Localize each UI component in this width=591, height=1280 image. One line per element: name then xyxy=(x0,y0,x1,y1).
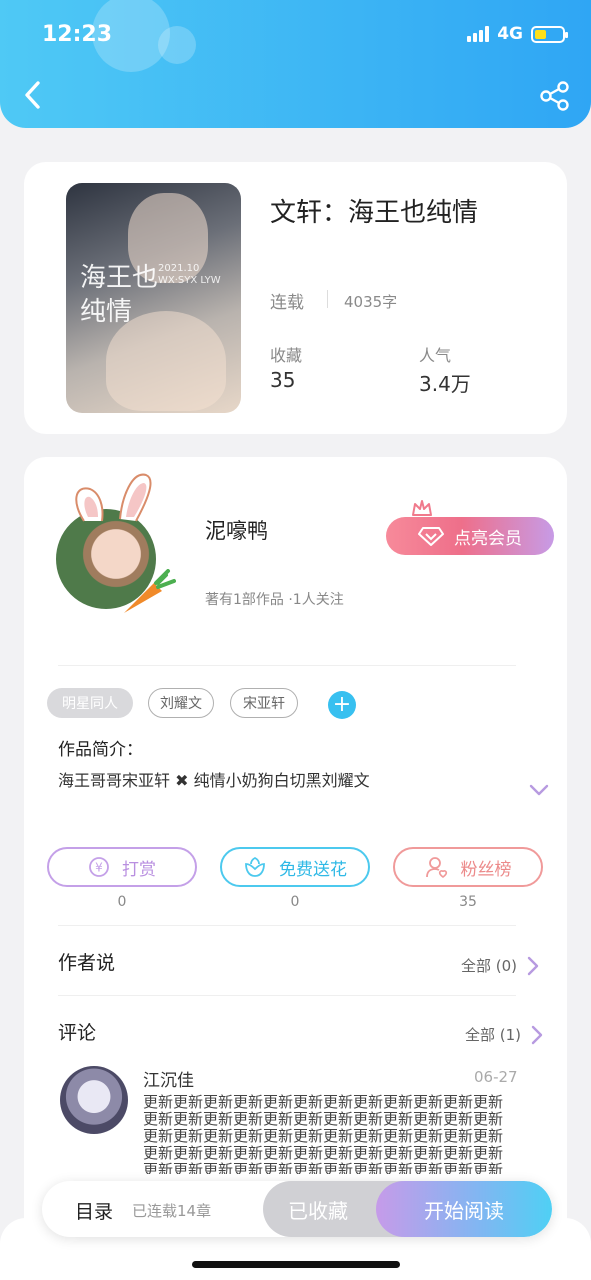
flower-count: 0 xyxy=(290,894,300,910)
reward-button[interactable]: ¥ 打赏 xyxy=(47,847,197,887)
diamond-icon xyxy=(418,527,444,546)
start-reading-label: 开始阅读 xyxy=(424,1198,504,1223)
battery-icon xyxy=(531,25,568,43)
cover-subtitle: 2021.10 WX·SYX LYW xyxy=(158,263,221,286)
book-word-count: 4035字 xyxy=(344,293,398,311)
network-label: 4G xyxy=(497,24,523,44)
fan-ranking-button[interactable]: 粉丝榜 xyxy=(393,847,543,887)
reward-label: 打赏 xyxy=(122,859,156,880)
comment-text: 更新更新更新更新更新更新更新更新更新更新更新更新更新更新更新更新更新更新更新更新… xyxy=(143,1094,504,1174)
home-indicator xyxy=(192,1261,400,1268)
popularity-label: 人气 xyxy=(419,346,452,365)
divider xyxy=(58,665,516,666)
author-says-all-link[interactable]: 全部 (0) xyxy=(461,955,539,976)
comments-all-link[interactable]: 全部 (1) xyxy=(465,1024,543,1045)
intro-text: 海王哥哥宋亚轩 ✖ 纯情小奶狗白切黑刘耀文 xyxy=(58,771,370,790)
carrot-icon xyxy=(124,569,176,613)
flower-icon xyxy=(245,856,265,877)
tag-chip[interactable]: 刘耀文 xyxy=(148,688,214,718)
fan-user-icon xyxy=(425,857,447,879)
author-says-title: 作者说 xyxy=(58,952,116,974)
reward-count: 0 xyxy=(117,894,127,910)
comment-date: 06-27 xyxy=(474,1068,518,1086)
status-icons: 4G xyxy=(467,24,568,44)
top-header: 12:23 4G xyxy=(0,0,591,128)
yen-coin-icon: ¥ xyxy=(89,857,109,877)
popularity-value: 3.4万 xyxy=(419,372,471,396)
reading-action-bar: 目录 已连载14章 已收藏 开始阅读 xyxy=(42,1181,552,1237)
book-info-card: 海王也纯情 2021.10 WX·SYX LYW 文轩：海王也纯情 连载 403… xyxy=(24,162,567,434)
commenter-avatar[interactable] xyxy=(60,1066,128,1134)
divider xyxy=(58,925,516,926)
author-meta: 著有1部作品 ·1人关注 xyxy=(205,592,344,608)
cover-title: 海王也纯情 xyxy=(80,263,159,327)
fan-ranking-label: 粉丝榜 xyxy=(460,859,512,880)
favorites-value: 35 xyxy=(270,368,296,392)
chevron-down-icon[interactable] xyxy=(529,783,549,797)
send-flower-label: 免费送花 xyxy=(279,859,347,880)
signal-icon xyxy=(467,26,490,42)
back-button[interactable] xyxy=(18,78,50,112)
vip-label: 点亮会员 xyxy=(454,528,522,549)
toc-button[interactable]: 目录 xyxy=(75,1197,113,1224)
book-title: 文轩：海王也纯情 xyxy=(270,198,479,228)
author-says-all-label: 全部 (0) xyxy=(461,957,518,975)
send-flower-button[interactable]: 免费送花 xyxy=(220,847,370,887)
chevron-right-icon xyxy=(527,956,539,975)
start-reading-button[interactable]: 开始阅读 xyxy=(376,1181,552,1237)
tag-chip[interactable]: 宋亚轩 xyxy=(230,688,298,718)
commenter-name[interactable]: 江沉佳 xyxy=(143,1066,194,1091)
share-button[interactable] xyxy=(539,80,571,112)
comments-title: 评论 xyxy=(58,1022,97,1044)
divider xyxy=(58,995,516,996)
favorited-label: 已收藏 xyxy=(288,1198,348,1223)
tag-chip[interactable]: 明星同人 xyxy=(47,688,133,718)
crown-icon xyxy=(412,500,432,516)
bunny-ears-icon xyxy=(75,473,152,522)
chevron-right-icon xyxy=(531,1025,543,1044)
status-time: 12:23 xyxy=(42,22,113,47)
divider xyxy=(327,290,328,308)
comments-all-label: 全部 (1) xyxy=(465,1026,522,1044)
favorites-label: 收藏 xyxy=(270,346,303,365)
intro-title: 作品简介： xyxy=(58,740,143,760)
add-tag-button[interactable]: + xyxy=(328,691,356,719)
detail-card: 泥嚎鸭 著有1部作品 ·1人关注 点亮会员 明星同人 刘耀文 宋亚轩 + 作品简… xyxy=(24,457,567,1280)
author-name[interactable]: 泥嚎鸭 xyxy=(205,515,268,545)
book-cover[interactable]: 海王也纯情 2021.10 WX·SYX LYW xyxy=(66,183,241,413)
fan-count: 35 xyxy=(459,894,477,910)
chapter-count: 已连载14章 xyxy=(132,1202,212,1220)
book-status: 连载 xyxy=(270,293,304,313)
vip-button[interactable]: 点亮会员 xyxy=(386,517,554,555)
decor-bubble xyxy=(158,26,196,64)
svg-text:¥: ¥ xyxy=(95,861,103,875)
